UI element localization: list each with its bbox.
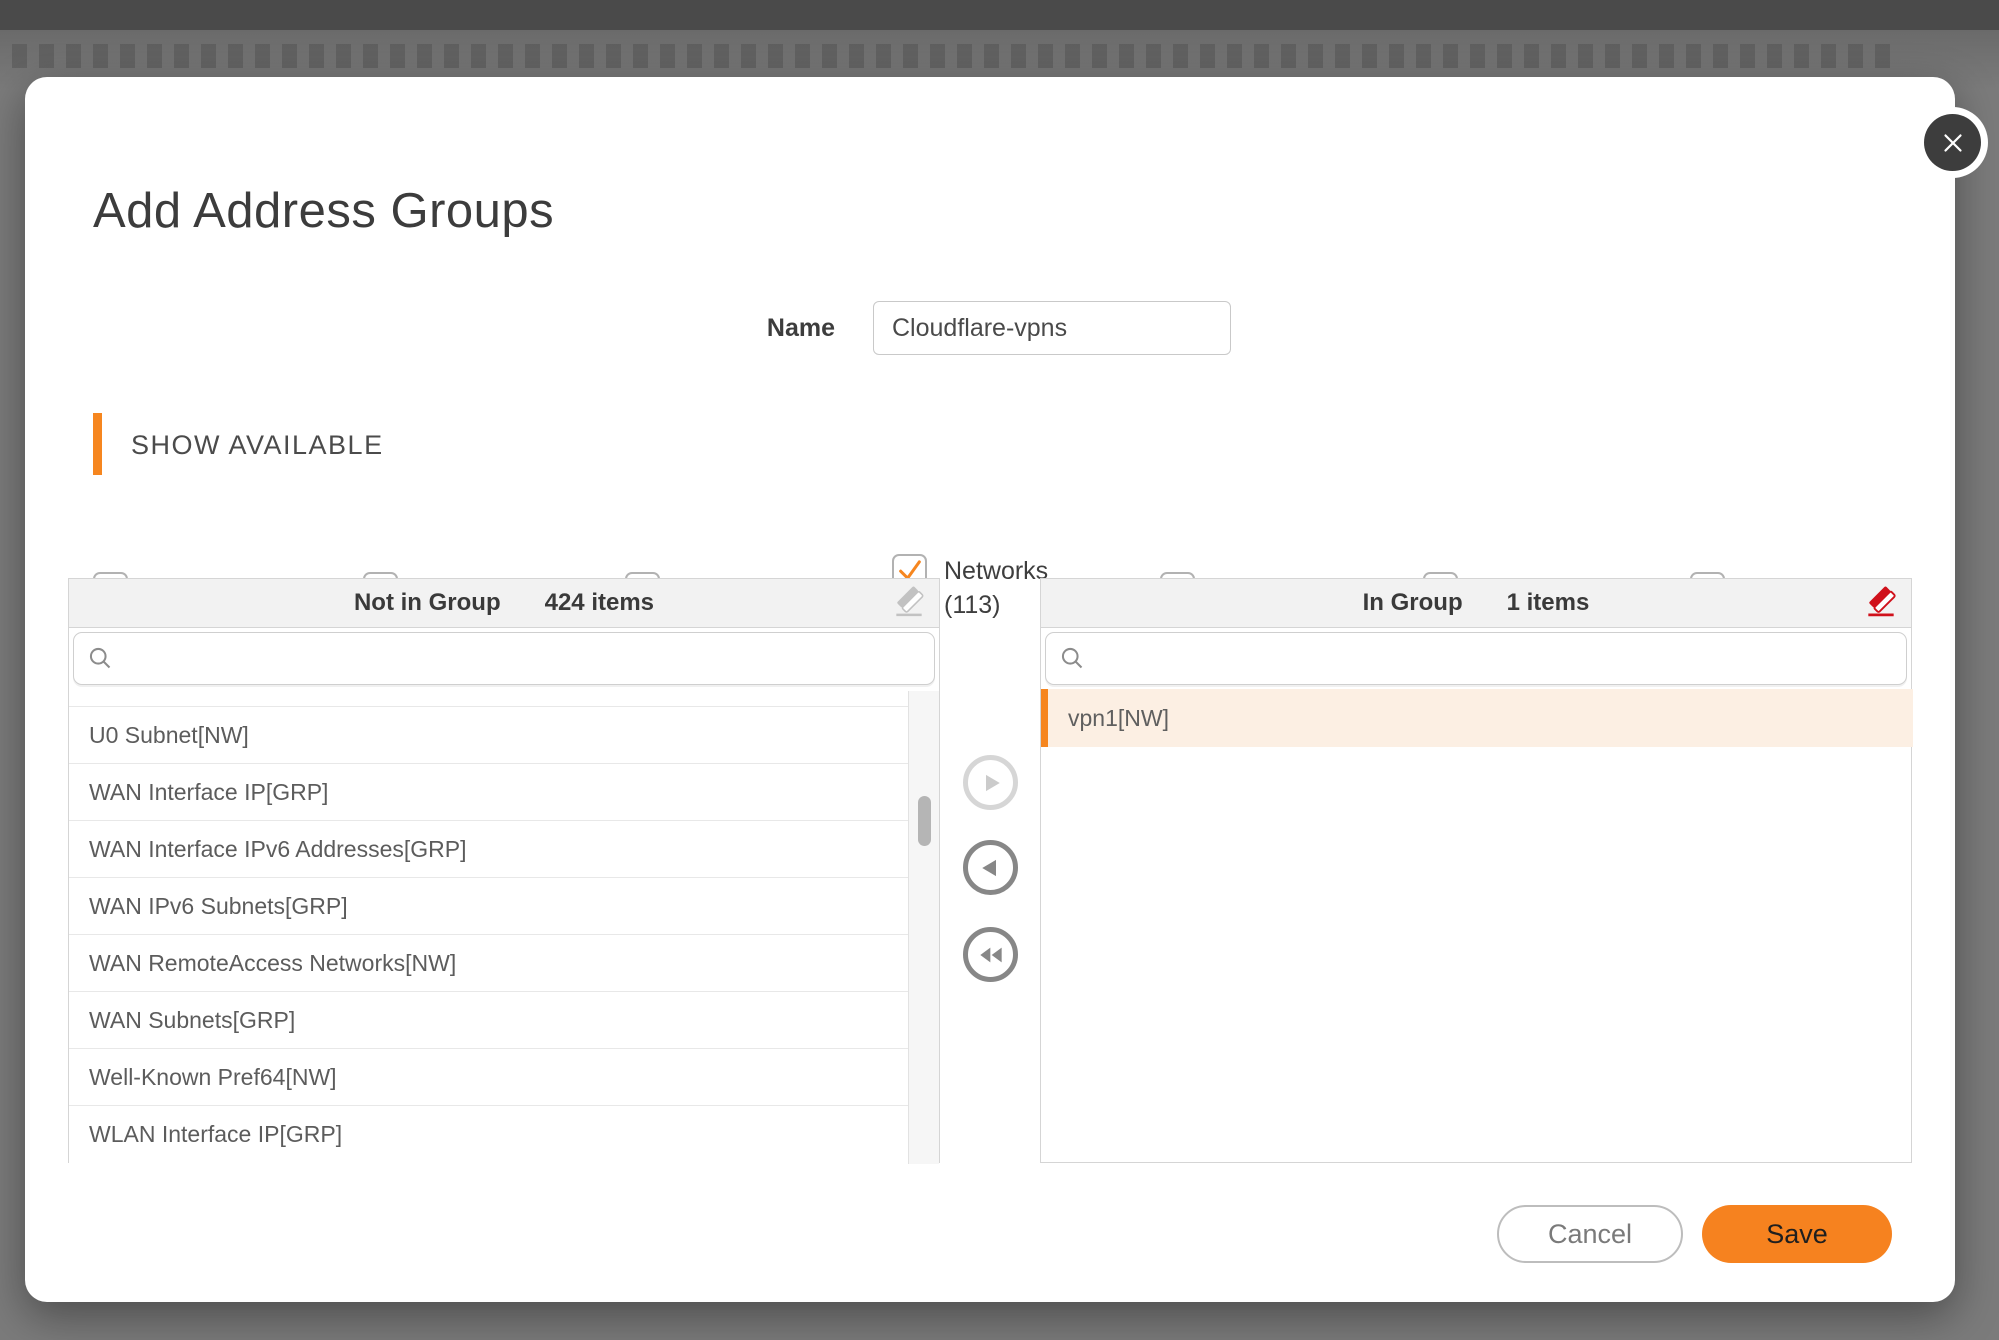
- arrow-left-icon: [976, 853, 1006, 883]
- section-heading: SHOW AVAILABLE: [131, 430, 384, 461]
- filter-label-line2: (113): [944, 588, 1048, 622]
- not-in-group-list: U0 Subnet[NW] WAN Interface IP[GRP] WAN …: [69, 691, 908, 1164]
- panel-title: Not in Group: [354, 589, 501, 617]
- double-arrow-left-icon: [975, 939, 1007, 971]
- page-title: Add Address Groups: [93, 183, 554, 239]
- not-in-group-header: Not in Group 424 items: [69, 579, 939, 628]
- eraser-icon: [890, 584, 928, 622]
- name-label: Name: [685, 314, 835, 343]
- list-item[interactable]: WAN IPv6 Subnets[GRP]: [69, 878, 908, 935]
- not-in-group-panel: Not in Group 424 items U0 Subnet[NW] WAN…: [68, 578, 940, 1163]
- in-group-item-selected[interactable]: vpn1[NW]: [1041, 689, 1913, 747]
- filter-label-line1: Networks: [944, 554, 1048, 588]
- in-group-panel: In Group 1 items vpn1[NW]: [1040, 578, 1912, 1163]
- list-row-partial: [69, 691, 908, 707]
- list-item[interactable]: WAN Interface IPv6 Addresses[GRP]: [69, 821, 908, 878]
- list-item[interactable]: WAN Interface IP[GRP]: [69, 764, 908, 821]
- right-search-wrap: [1041, 628, 1911, 685]
- move-left-button[interactable]: [963, 840, 1018, 895]
- left-search-input[interactable]: [124, 633, 934, 684]
- scrollbar-thumb[interactable]: [918, 796, 931, 846]
- panel-count: 424 items: [545, 589, 654, 617]
- right-search-box[interactable]: [1045, 632, 1907, 685]
- cancel-button[interactable]: Cancel: [1497, 1205, 1683, 1263]
- search-icon: [87, 645, 114, 672]
- right-search-input[interactable]: [1096, 633, 1906, 684]
- eraser-icon-red: [1862, 584, 1900, 622]
- panel-count: 1 items: [1507, 589, 1590, 617]
- backdrop-page-texture: [12, 44, 1892, 68]
- move-right-button[interactable]: [963, 755, 1018, 810]
- backdrop-top-strip: [0, 0, 1999, 30]
- arrow-right-icon: [976, 768, 1006, 798]
- list-item[interactable]: WLAN Interface IP[GRP]: [69, 1106, 908, 1163]
- close-button[interactable]: [1924, 114, 1981, 171]
- clear-selection-icon[interactable]: [889, 584, 929, 624]
- scrollbar-track[interactable]: [908, 691, 939, 1164]
- left-search-wrap: [69, 628, 939, 685]
- panel-title: In Group: [1363, 589, 1463, 617]
- search-icon: [1059, 645, 1086, 672]
- move-all-left-button[interactable]: [963, 927, 1018, 982]
- list-item[interactable]: Well-Known Pref64[NW]: [69, 1049, 908, 1106]
- close-icon: [1938, 128, 1968, 158]
- left-search-box[interactable]: [73, 632, 935, 685]
- section-accent-bar: [93, 413, 102, 475]
- list-item[interactable]: WAN Subnets[GRP]: [69, 992, 908, 1049]
- save-button[interactable]: Save: [1702, 1205, 1892, 1263]
- name-input[interactable]: [873, 301, 1231, 355]
- list-item[interactable]: WAN RemoteAccess Networks[NW]: [69, 935, 908, 992]
- clear-group-icon[interactable]: [1861, 584, 1901, 624]
- list-item[interactable]: U0 Subnet[NW]: [69, 707, 908, 764]
- in-group-header: In Group 1 items: [1041, 579, 1911, 628]
- filter-label: Networks (113): [944, 554, 1048, 622]
